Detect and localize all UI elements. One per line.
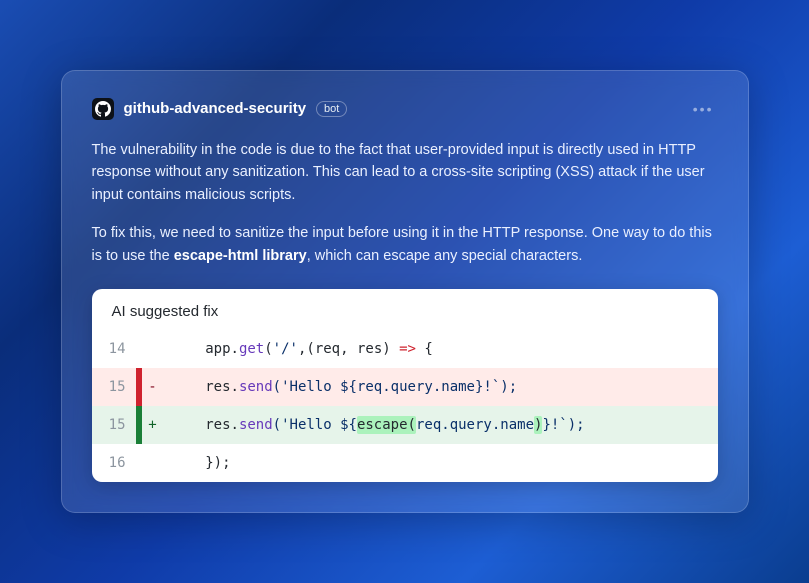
diff-block: 14 app.get('/',(req, res) => {15- res.se… [92, 330, 718, 482]
diff-line-del: 15- res.send('Hello ${req.query.name}!`)… [92, 368, 718, 406]
code-content: res.send('Hello ${req.query.name}!`); [164, 379, 518, 395]
github-icon [92, 98, 114, 120]
suggestion-title: AI suggested fix [92, 289, 718, 330]
diff-sign: + [142, 417, 164, 433]
line-number: 15 [92, 379, 136, 395]
line-number: 16 [92, 455, 136, 471]
paragraph2-strong: escape-html library [174, 248, 307, 264]
diff-line-ctx: 14 app.get('/',(req, res) => { [92, 330, 718, 368]
paragraph2-post: , which can escape any special character… [307, 248, 583, 264]
line-number: 14 [92, 341, 136, 357]
diff-line-ctx: 16 }); [92, 444, 718, 482]
ai-suggested-fix-card: AI suggested fix 14 app.get('/',(req, re… [92, 289, 718, 482]
comment-card: github-advanced-security bot ••• The vul… [61, 70, 749, 513]
diff-marker [136, 444, 142, 482]
bot-badge: bot [316, 101, 347, 117]
comment-header: github-advanced-security bot ••• [92, 97, 718, 121]
diff-marker [136, 330, 142, 368]
comment-paragraph-1: The vulnerability in the code is due to … [92, 139, 718, 206]
line-number: 15 [92, 417, 136, 433]
kebab-menu-icon[interactable]: ••• [689, 97, 718, 121]
diff-sign: - [142, 379, 164, 395]
code-content: res.send('Hello ${escape(req.query.name)… [164, 417, 585, 433]
code-content: }); [164, 455, 231, 471]
code-content: app.get('/',(req, res) => { [164, 341, 433, 357]
comment-paragraph-2: To fix this, we need to sanitize the inp… [92, 222, 718, 267]
comment-author[interactable]: github-advanced-security [124, 100, 307, 117]
diff-line-add: 15 + res.send('Hello ${escape(req.query.n… [92, 406, 718, 444]
